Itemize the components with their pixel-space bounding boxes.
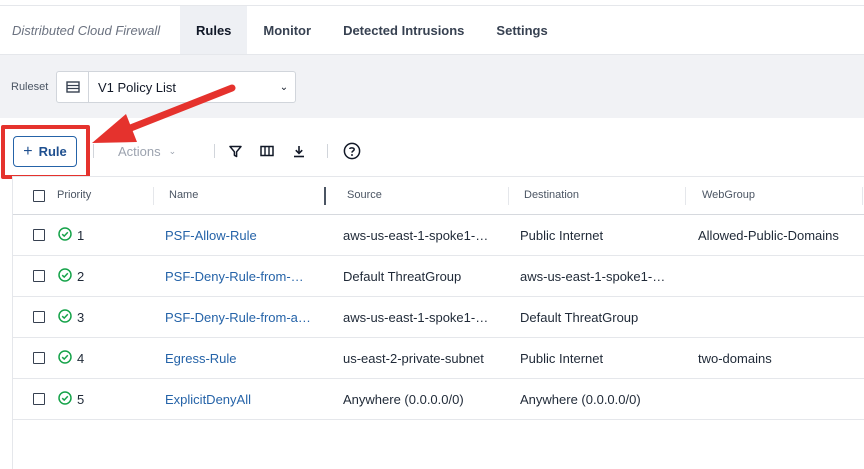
column-header-name[interactable]: Name <box>169 189 198 201</box>
priority-cell: 1 <box>77 228 85 243</box>
table-row[interactable]: 3 PSF-Deny-Rule-from-a… aws-us-east-1-sp… <box>13 297 864 338</box>
priority-cell: 3 <box>77 310 85 325</box>
app-title: Distributed Cloud Firewall <box>12 22 161 38</box>
priority-cell: 2 <box>77 269 85 284</box>
source-cell: aws-us-east-1-spoke1-… <box>343 228 489 243</box>
row-checkbox[interactable] <box>33 311 45 323</box>
tab-settings[interactable]: Settings <box>480 6 563 54</box>
add-rule-label: Rule <box>38 144 67 159</box>
row-checkbox[interactable] <box>33 229 45 241</box>
priority-cell: 5 <box>77 392 85 407</box>
plus-icon: + <box>23 142 33 160</box>
destination-cell: Default ThreatGroup <box>520 310 639 325</box>
download-icon[interactable] <box>291 143 307 159</box>
tab-rules[interactable]: Rules <box>180 6 248 54</box>
webgroup-cell: two-domains <box>698 351 772 366</box>
table-row[interactable]: 2 PSF-Deny-Rule-from-… Default ThreatGro… <box>13 256 864 297</box>
column-header-priority[interactable]: Priority <box>57 189 91 201</box>
toolbar-divider <box>93 144 94 158</box>
table-row[interactable]: 5 ExplicitDenyAll Anywhere (0.0.0.0/0) A… <box>13 379 864 420</box>
row-checkbox[interactable] <box>33 393 45 405</box>
rule-name-link[interactable]: ExplicitDenyAll <box>165 392 251 407</box>
table-row[interactable]: 4 Egress-Rule us-east-2-private-subnet P… <box>13 338 864 379</box>
list-icon <box>57 72 89 102</box>
chevron-down-icon: ⌄ <box>168 146 177 156</box>
column-header-webgroup[interactable]: WebGroup <box>702 189 755 201</box>
ruleset-select[interactable]: V1 Policy List ⌄ <box>56 71 296 103</box>
filter-icon[interactable] <box>227 143 243 159</box>
select-all-checkbox[interactable] <box>33 190 45 202</box>
column-divider <box>685 187 686 205</box>
check-circle-icon <box>58 227 72 241</box>
column-divider <box>508 187 509 205</box>
ruleset-selected-value: V1 Policy List <box>98 79 177 95</box>
table-header: Priority Name Source Destination WebGrou… <box>13 176 864 215</box>
row-checkbox[interactable] <box>33 270 45 282</box>
toolbar-divider <box>214 144 215 158</box>
tab-monitor[interactable]: Monitor <box>247 6 327 54</box>
webgroup-cell: Allowed-Public-Domains <box>698 228 839 243</box>
row-checkbox[interactable] <box>33 352 45 364</box>
source-cell: aws-us-east-1-spoke1-… <box>343 310 489 325</box>
priority-cell: 4 <box>77 351 85 366</box>
check-circle-icon <box>58 391 72 405</box>
column-divider <box>862 187 863 205</box>
column-header-destination[interactable]: Destination <box>524 189 579 201</box>
columns-icon[interactable] <box>259 143 275 159</box>
table-row[interactable]: 1 PSF-Allow-Rule aws-us-east-1-spoke1-… … <box>13 215 864 256</box>
check-circle-icon <box>58 309 72 323</box>
column-divider <box>153 187 154 205</box>
destination-cell: Public Internet <box>520 351 604 366</box>
add-rule-button[interactable]: + Rule <box>13 136 77 167</box>
column-header-source[interactable]: Source <box>347 189 382 201</box>
rule-name-link[interactable]: PSF-Deny-Rule-from-… <box>165 269 304 284</box>
source-cell: Anywhere (0.0.0.0/0) <box>343 392 464 407</box>
destination-cell: aws-us-east-1-spoke1-… <box>520 269 666 284</box>
rule-name-link[interactable]: Egress-Rule <box>165 351 237 366</box>
toolbar-divider <box>327 144 328 158</box>
rule-name-link[interactable]: PSF-Deny-Rule-from-a… <box>165 310 311 325</box>
column-resize-handle[interactable] <box>324 187 326 205</box>
ruleset-bar: Ruleset V1 Policy List ⌄ <box>0 54 864 118</box>
check-circle-icon <box>58 268 72 282</box>
help-icon[interactable] <box>343 142 361 160</box>
actions-dropdown[interactable]: Actions ⌄ <box>118 144 176 159</box>
ruleset-label: Ruleset <box>11 81 49 93</box>
rule-name-link[interactable]: PSF-Allow-Rule <box>165 228 257 243</box>
destination-cell: Anywhere (0.0.0.0/0) <box>520 392 641 407</box>
rules-table: Priority Name Source Destination WebGrou… <box>12 176 864 469</box>
toolbar: + Rule Actions ⌄ <box>0 118 864 176</box>
source-cell: Default ThreatGroup <box>343 269 462 284</box>
tab-bar: Distributed Cloud Firewall Rules Monitor… <box>0 6 864 54</box>
source-cell: us-east-2-private-subnet <box>343 351 484 366</box>
tab-detected-intrusions[interactable]: Detected Intrusions <box>327 6 480 54</box>
check-circle-icon <box>58 350 72 364</box>
chevron-down-icon: ⌄ <box>279 81 289 93</box>
actions-label: Actions <box>118 144 161 159</box>
destination-cell: Public Internet <box>520 228 604 243</box>
